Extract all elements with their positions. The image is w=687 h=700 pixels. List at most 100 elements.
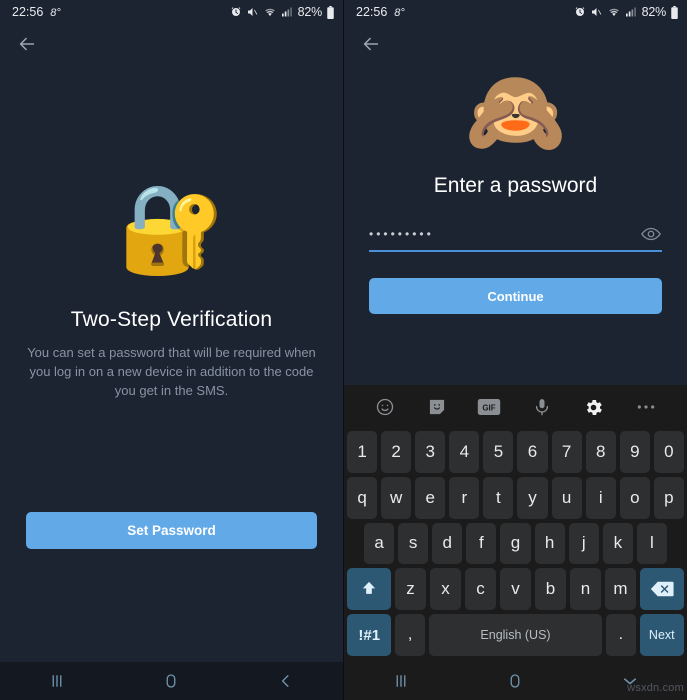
key-i[interactable]: i — [585, 476, 616, 519]
keyboard-row-space: !#1 , English (US) . Next — [347, 612, 684, 658]
signal-icon — [281, 6, 293, 18]
key-6[interactable]: 6 — [517, 431, 548, 473]
key-p[interactable]: p — [653, 476, 684, 519]
status-bar-left-group: 22:56 8° — [356, 5, 405, 19]
recents-icon[interactable] — [37, 668, 77, 694]
key-a[interactable]: a — [364, 522, 395, 565]
key-8[interactable]: 8 — [585, 431, 616, 473]
key-5[interactable]: 5 — [483, 431, 514, 473]
enter-password-content: 🙈 Enter a password ••••••••• Continue — [344, 64, 687, 385]
key-4[interactable]: 4 — [449, 431, 480, 473]
alarm-icon — [230, 6, 242, 18]
period-key[interactable]: . — [606, 614, 636, 656]
key-s[interactable]: s — [398, 522, 429, 565]
page-description: You can set a password that will be requ… — [27, 345, 316, 398]
key-7[interactable]: 7 — [551, 431, 582, 473]
key-1[interactable]: 1 — [347, 431, 378, 473]
page-title: Two-Step Verification — [70, 308, 273, 331]
key-y[interactable]: y — [517, 476, 548, 519]
battery-percent-label: 82% — [297, 5, 323, 19]
space-key[interactable]: English (US) — [428, 614, 603, 656]
on-screen-keyboard: GIF 1 2 3 4 5 6 7 8 9 0 q w e r t y u i … — [344, 385, 687, 662]
key-b[interactable]: b — [535, 568, 567, 611]
home-icon[interactable] — [495, 668, 535, 694]
symbols-key[interactable]: !#1 — [347, 614, 392, 656]
arrow-left-icon[interactable] — [358, 31, 384, 57]
right-phone-screen: 22:56 8° 82% 🙈 Enter a password ••••••••… — [343, 0, 687, 700]
wifi-icon — [263, 6, 277, 18]
gif-icon[interactable]: GIF — [476, 394, 502, 420]
left-phone-screen: 22:56 8° 82% 🔐 Two-Step Verification You… — [0, 0, 343, 700]
alarm-icon — [574, 6, 586, 18]
signal-icon — [625, 6, 637, 18]
key-0[interactable]: 0 — [653, 431, 684, 473]
page-title: Enter a password — [433, 174, 598, 197]
right-header-bar — [344, 24, 687, 64]
settings-gear-icon[interactable] — [581, 394, 607, 420]
microphone-icon[interactable] — [529, 394, 555, 420]
arrow-left-icon[interactable] — [14, 31, 40, 57]
status-clock: 22:56 — [356, 5, 388, 19]
status-temperature: 8° — [50, 7, 61, 19]
emoji-icon[interactable] — [372, 394, 398, 420]
key-r[interactable]: r — [449, 476, 480, 519]
key-l[interactable]: l — [636, 522, 667, 565]
battery-icon — [670, 5, 679, 19]
battery-percent-label: 82% — [641, 5, 667, 19]
continue-button[interactable]: Continue — [369, 278, 662, 314]
keyboard-row-home: a s d f g h j k l — [347, 521, 684, 567]
mute-icon — [246, 6, 259, 18]
system-nav-right — [344, 662, 687, 700]
keyboard-row-bottom: z x c v b n m — [347, 566, 685, 612]
keyboard-hide-icon[interactable] — [610, 668, 650, 694]
key-h[interactable]: h — [534, 522, 565, 565]
key-k[interactable]: k — [602, 522, 633, 565]
svg-text:GIF: GIF — [483, 404, 496, 413]
keyboard-row-top: q w e r t y u i o p — [347, 475, 684, 521]
see-no-evil-monkey-emoji: 🙈 — [464, 67, 567, 158]
key-w[interactable]: w — [381, 476, 412, 519]
key-f[interactable]: f — [466, 522, 497, 565]
key-u[interactable]: u — [551, 476, 582, 519]
key-3[interactable]: 3 — [415, 431, 446, 473]
key-v[interactable]: v — [500, 568, 532, 611]
shift-icon[interactable] — [347, 568, 392, 611]
eye-icon[interactable] — [640, 226, 662, 242]
key-m[interactable]: m — [605, 568, 637, 611]
key-x[interactable]: x — [430, 568, 462, 611]
sticker-icon[interactable] — [424, 394, 450, 420]
back-icon[interactable] — [266, 668, 306, 694]
key-d[interactable]: d — [432, 522, 463, 565]
status-clock: 22:56 — [12, 5, 44, 19]
system-nav-left — [0, 662, 343, 700]
password-input[interactable]: ••••••••• — [369, 225, 434, 243]
recents-icon[interactable] — [381, 668, 421, 694]
wifi-icon — [607, 6, 621, 18]
key-o[interactable]: o — [619, 476, 650, 519]
backspace-icon[interactable] — [640, 568, 685, 611]
mute-icon — [590, 6, 603, 18]
battery-icon — [326, 5, 335, 19]
status-bar-right-group: 82% — [230, 5, 335, 19]
key-9[interactable]: 9 — [619, 431, 650, 473]
two-step-verification-content: 🔐 Two-Step Verification You can set a pa… — [0, 64, 343, 662]
key-j[interactable]: j — [568, 522, 599, 565]
password-field[interactable]: ••••••••• — [369, 225, 662, 252]
key-z[interactable]: z — [395, 568, 427, 611]
home-icon[interactable] — [151, 668, 191, 694]
status-bar-right-group: 82% — [574, 5, 679, 19]
key-q[interactable]: q — [347, 476, 378, 519]
next-key[interactable]: Next — [639, 614, 684, 656]
set-password-button[interactable]: Set Password — [26, 512, 317, 549]
key-c[interactable]: c — [465, 568, 497, 611]
key-g[interactable]: g — [500, 522, 531, 565]
key-2[interactable]: 2 — [381, 431, 412, 473]
locked-with-key-emoji: 🔐 — [117, 181, 226, 277]
left-header-bar — [0, 24, 343, 64]
key-n[interactable]: n — [570, 568, 602, 611]
comma-key[interactable]: , — [395, 614, 425, 656]
key-t[interactable]: t — [483, 476, 514, 519]
overflow-menu-icon[interactable] — [633, 394, 659, 420]
key-e[interactable]: e — [415, 476, 446, 519]
status-bar-left-group: 22:56 8° — [12, 5, 61, 19]
